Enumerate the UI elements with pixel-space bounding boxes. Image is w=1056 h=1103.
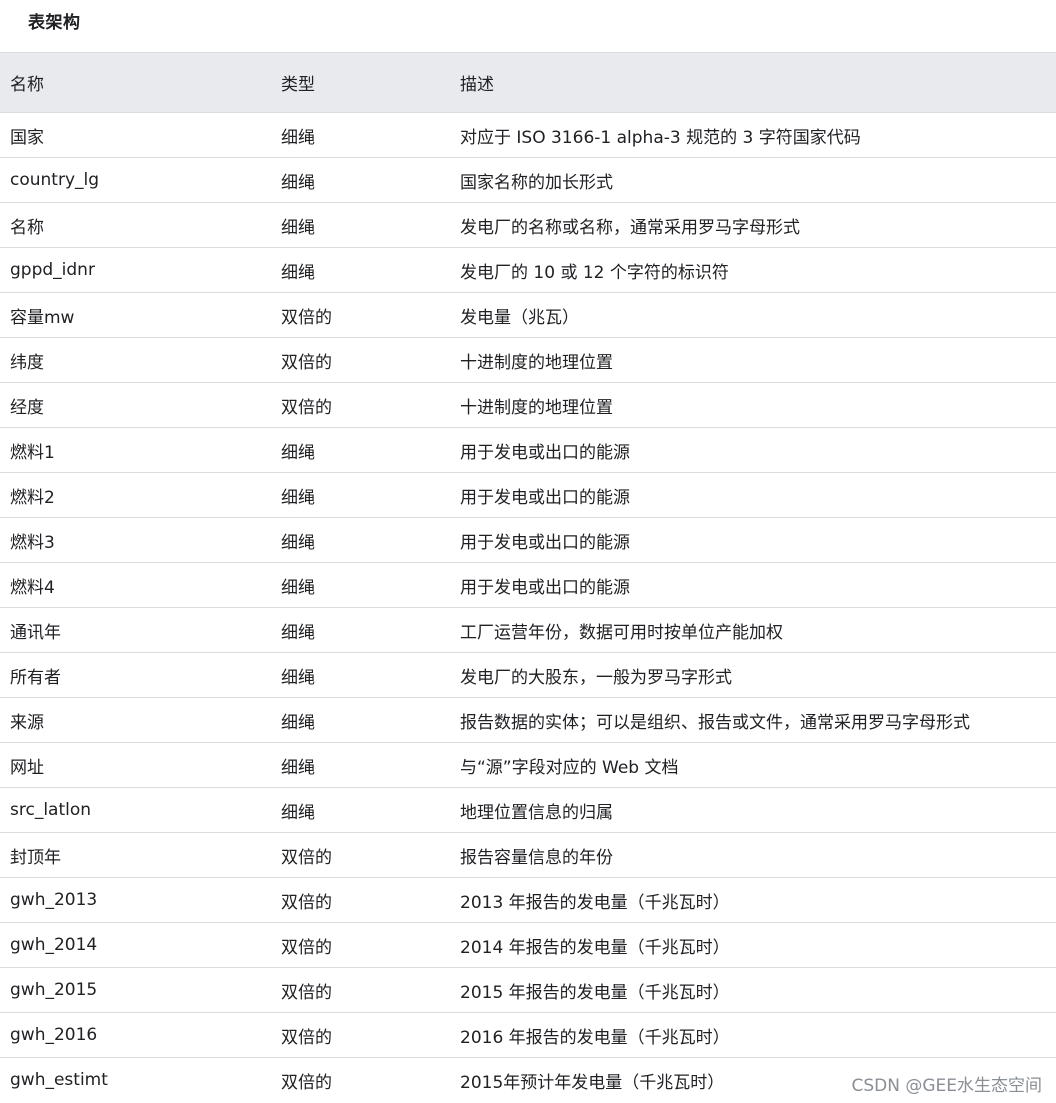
cell-name: gwh_estimt [10,1070,108,1091]
cell-description: 2014 年报告的发电量（千兆瓦时） [460,937,730,958]
column-header-name: 名称 [0,52,271,113]
cell-description: 十进制度的地理位置 [460,397,613,418]
table-row: 经度 双倍的 十进制度的地理位置 [0,382,1056,428]
cell-name: 燃料4 [10,577,55,598]
cell-name: 经度 [10,397,44,418]
cell-type: 双倍的 [281,937,332,958]
cell-type: 双倍的 [281,307,332,328]
cell-name: 来源 [10,712,44,733]
cell-type: 双倍的 [281,397,332,418]
table-row: 纬度 双倍的 十进制度的地理位置 [0,337,1056,383]
cell-name: 封顶年 [10,847,61,868]
cell-type: 双倍的 [281,1027,332,1048]
cell-description: 对应于 ISO 3166-1 alpha-3 规范的 3 字符国家代码 [460,127,861,148]
cell-name: 名称 [10,217,44,238]
cell-description: 发电厂的名称或名称，通常采用罗马字母形式 [460,217,800,238]
table-row: 名称 细绳 发电厂的名称或名称，通常采用罗马字母形式 [0,202,1056,248]
cell-description: 报告数据的实体；可以是组织、报告或文件，通常采用罗马字母形式 [460,712,970,733]
cell-description: 用于发电或出口的能源 [460,487,630,508]
table-header-row: 名称 类型 描述 [0,52,1056,113]
cell-name: gwh_2014 [10,935,98,955]
column-header-description: 描述 [450,52,1056,113]
cell-name: 燃料2 [10,487,55,508]
cell-name: gwh_2015 [10,980,98,1000]
cell-description: 地理位置信息的归属 [460,802,613,823]
cell-name: 所有者 [10,667,61,688]
table-body: 国家 细绳 对应于 ISO 3166-1 alpha-3 规范的 3 字符国家代码 c… [0,112,1056,1103]
cell-description: 2013 年报告的发电量（千兆瓦时） [460,892,730,913]
cell-description: 发电厂的大股东，一般为罗马字形式 [460,667,732,688]
cell-name: gppd_idnr [10,260,95,280]
table-row: 网址 细绳 与“源”字段对应的 Web 文档 [0,742,1056,788]
section-title: 表架构 [28,13,81,33]
cell-type: 双倍的 [281,1072,332,1093]
cell-type: 双倍的 [281,847,332,868]
cell-name: country_lg [10,170,100,190]
cell-name: src_latlon [10,800,92,820]
cell-type: 细绳 [281,262,315,283]
cell-type: 细绳 [281,217,315,238]
cell-description: 报告容量信息的年份 [460,847,613,868]
cell-name: 容量mw [10,307,75,328]
cell-name: 网址 [10,757,44,778]
table-row: gwh_2013 双倍的 2013 年报告的发电量（千兆瓦时） [0,877,1056,923]
table-row: 燃料4 细绳 用于发电或出口的能源 [0,562,1056,608]
cell-description: 国家名称的加长形式 [460,172,613,193]
cell-description: 十进制度的地理位置 [460,352,613,373]
cell-description: 用于发电或出口的能源 [460,532,630,553]
table-row: country_lg 细绳 国家名称的加长形式 [0,157,1056,203]
cell-type: 细绳 [281,757,315,778]
table-row: 来源 细绳 报告数据的实体；可以是组织、报告或文件，通常采用罗马字母形式 [0,697,1056,743]
table-row: 封顶年 双倍的 报告容量信息的年份 [0,832,1056,878]
cell-name: gwh_2016 [10,1025,98,1045]
cell-type: 细绳 [281,487,315,508]
cell-name: gwh_2013 [10,890,98,910]
table-row: 通讯年 细绳 工厂运营年份，数据可用时按单位产能加权 [0,607,1056,653]
column-header-type: 类型 [271,52,450,113]
table-row: gwh_2014 双倍的 2014 年报告的发电量（千兆瓦时） [0,922,1056,968]
cell-description: 用于发电或出口的能源 [460,442,630,463]
cell-description: 2016 年报告的发电量（千兆瓦时） [460,1027,730,1048]
cell-type: 双倍的 [281,982,332,1003]
table-row: 燃料1 细绳 用于发电或出口的能源 [0,427,1056,473]
cell-description: 工厂运营年份，数据可用时按单位产能加权 [460,622,783,643]
table-row: 国家 细绳 对应于 ISO 3166-1 alpha-3 规范的 3 字符国家代码 [0,112,1056,158]
cell-description: 发电量（兆瓦） [460,307,579,328]
table-row: 所有者 细绳 发电厂的大股东，一般为罗马字形式 [0,652,1056,698]
cell-name: 纬度 [10,352,44,373]
table-row: gwh_2016 双倍的 2016 年报告的发电量（千兆瓦时） [0,1012,1056,1058]
cell-description: 发电厂的 10 或 12 个字符的标识符 [460,262,729,283]
table-row: gppd_idnr 细绳 发电厂的 10 或 12 个字符的标识符 [0,247,1056,293]
cell-name: 通讯年 [10,622,61,643]
schema-table: 名称 类型 描述 国家 细绳 对应于 ISO 3166-1 alpha-3 规范的 … [0,52,1056,1103]
table-row: 容量mw 双倍的 发电量（兆瓦） [0,292,1056,338]
cell-type: 细绳 [281,172,315,193]
cell-type: 细绳 [281,127,315,148]
table-row: src_latlon 细绳 地理位置信息的归属 [0,787,1056,833]
cell-type: 双倍的 [281,352,332,373]
cell-description: 2015 年报告的发电量（千兆瓦时） [460,982,730,1003]
cell-type: 细绳 [281,577,315,598]
cell-type: 细绳 [281,442,315,463]
cell-type: 细绳 [281,532,315,553]
watermark: CSDN @GEE水生态空间 [847,1071,1042,1096]
cell-name: 燃料3 [10,532,55,553]
table-row: gwh_2015 双倍的 2015 年报告的发电量（千兆瓦时） [0,967,1056,1013]
cell-type: 细绳 [281,802,315,823]
cell-type: 细绳 [281,712,315,733]
cell-type: 双倍的 [281,892,332,913]
cell-description: 与“源”字段对应的 Web 文档 [460,757,679,778]
cell-name: 燃料1 [10,442,55,463]
cell-description: 用于发电或出口的能源 [460,577,630,598]
table-row: 燃料2 细绳 用于发电或出口的能源 [0,472,1056,518]
table-row: 燃料3 细绳 用于发电或出口的能源 [0,517,1056,563]
cell-type: 细绳 [281,667,315,688]
cell-type: 细绳 [281,622,315,643]
cell-name: 国家 [10,127,44,148]
